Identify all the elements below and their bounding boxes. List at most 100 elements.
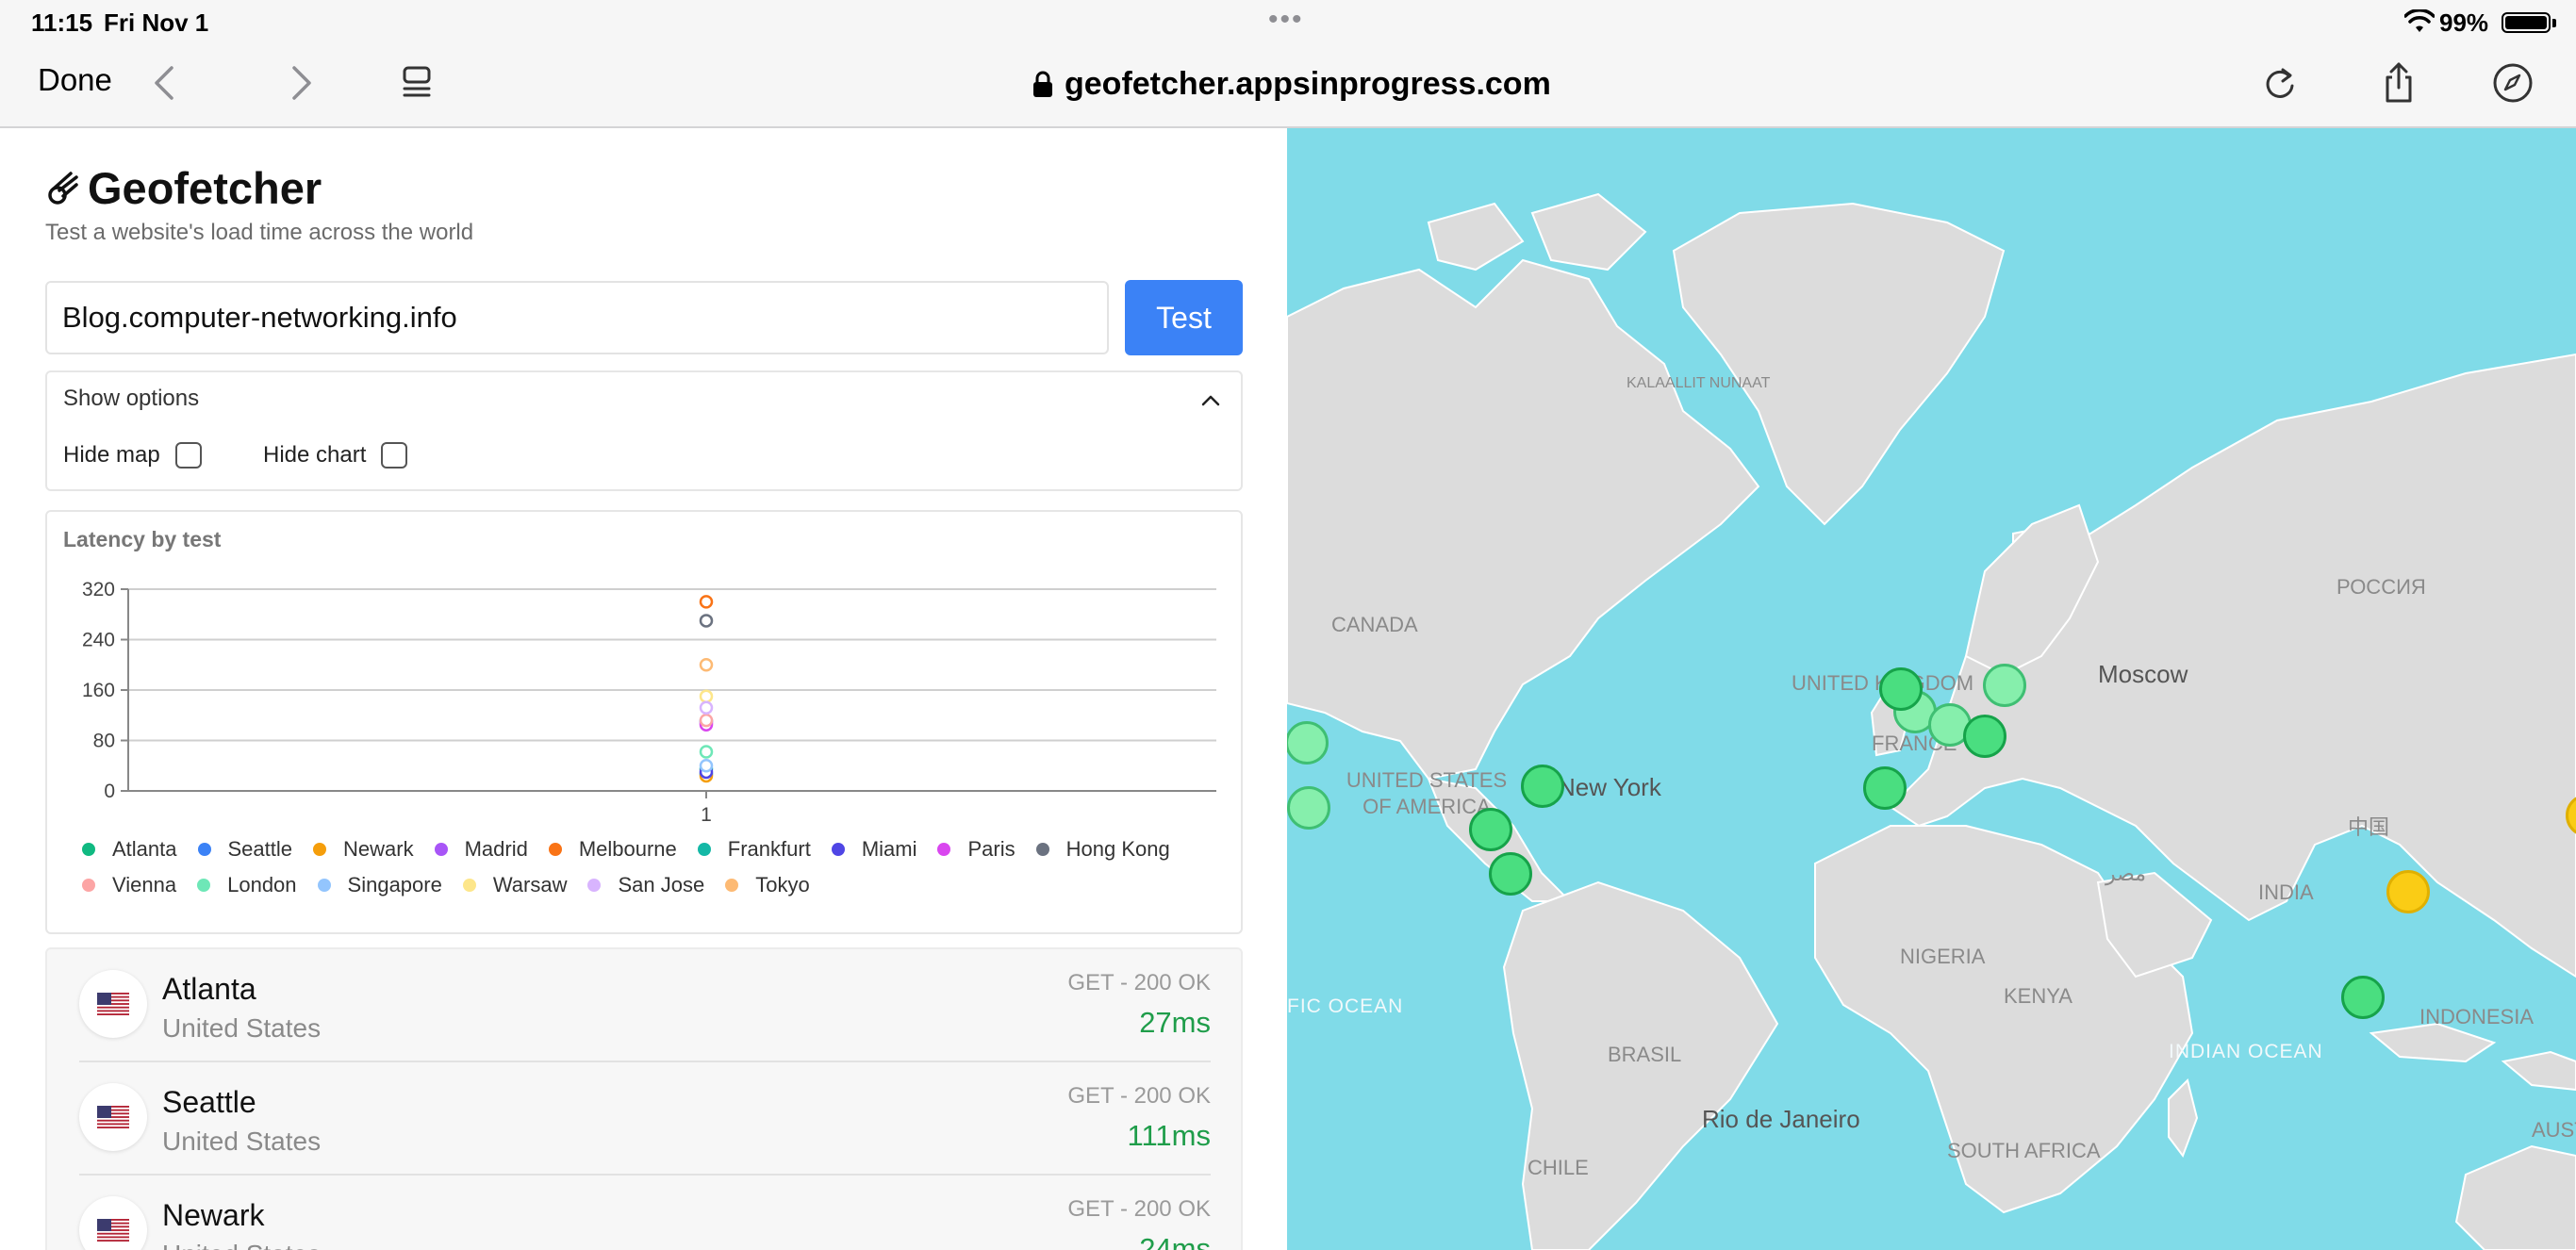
- label-kenya: KENYA: [2004, 984, 2072, 1008]
- reload-button[interactable]: [2257, 60, 2303, 106]
- marker-san-jose[interactable]: [1287, 786, 1330, 830]
- result-row[interactable]: Seattle United States GET - 200 OK 111ms: [79, 1062, 1211, 1176]
- x-tick-label: 1: [701, 804, 712, 826]
- legend-label: Newark: [343, 837, 414, 861]
- legend-item[interactable]: Paris: [937, 837, 1016, 862]
- legend-item[interactable]: Atlanta: [82, 837, 177, 862]
- marker-newark[interactable]: [1521, 765, 1564, 808]
- data-point[interactable]: [699, 689, 714, 703]
- legend-item[interactable]: Melbourne: [548, 837, 677, 862]
- legend-item[interactable]: San Jose: [587, 873, 704, 897]
- latency-chart-card: Latency by test 0 80 160 240 320 1 Atlanta Sea…: [45, 510, 1243, 934]
- tabs-button[interactable]: [394, 60, 439, 106]
- reload-icon: [2266, 68, 2294, 98]
- legend-label: Melbourne: [578, 837, 677, 861]
- legend-label: San Jose: [618, 873, 705, 896]
- data-point[interactable]: [699, 700, 714, 715]
- url-input[interactable]: [45, 281, 1109, 354]
- result-city: Seattle: [162, 1085, 256, 1119]
- status-bar: 11:15 Fri Nov 1 ••• 99%: [0, 0, 2576, 45]
- marker-atlanta[interactable]: [1469, 808, 1512, 851]
- label-pacific-ocean: FIC OCEAN: [1287, 995, 1404, 1017]
- y-tick-label: 0: [104, 781, 115, 802]
- legend-item[interactable]: Warsaw: [462, 873, 568, 897]
- legend-item[interactable]: Vienna: [82, 873, 176, 897]
- legend-item[interactable]: Hong Kong: [1035, 837, 1170, 862]
- share-button[interactable]: [2376, 60, 2421, 106]
- us-flag-icon: [79, 1196, 147, 1250]
- result-city: Atlanta: [162, 972, 256, 1006]
- marker-madrid[interactable]: [1863, 766, 1907, 810]
- marker-singapore[interactable]: [2341, 976, 2385, 1019]
- result-latency: 27ms: [1139, 1006, 1211, 1039]
- legend-label: Seattle: [227, 837, 293, 861]
- marker-miami[interactable]: [1489, 852, 1532, 896]
- legend-label: London: [227, 873, 297, 896]
- hide-chart-checkbox[interactable]: [381, 442, 408, 469]
- back-button[interactable]: [143, 60, 189, 106]
- chevron-up-icon[interactable]: [1199, 389, 1222, 412]
- label-australia: AUSTRA: [2532, 1118, 2576, 1142]
- data-point[interactable]: [699, 658, 714, 672]
- legend-dot: [937, 843, 951, 856]
- legend-item[interactable]: Seattle: [197, 837, 293, 862]
- done-button[interactable]: Done: [38, 62, 112, 98]
- us-flag-icon: [79, 970, 147, 1038]
- marker-warsaw[interactable]: [1983, 664, 2026, 707]
- result-row[interactable]: Atlanta United States GET - 200 OK 27ms: [79, 949, 1211, 1062]
- marker-seattle[interactable]: [1287, 721, 1329, 765]
- data-point[interactable]: [699, 595, 714, 609]
- marker-hong-kong[interactable]: [2386, 870, 2430, 913]
- legend-dot: [197, 879, 211, 892]
- legend-item[interactable]: Singapore: [317, 873, 442, 897]
- comet-logo-icon: [48, 171, 78, 205]
- legend-dot: [1035, 843, 1049, 856]
- chart-legend: Atlanta Seattle Newark Madrid Melbourne Frank…: [82, 837, 1214, 909]
- legend-item[interactable]: Tokyo: [725, 873, 810, 897]
- legend-label: Tokyo: [755, 873, 810, 896]
- data-point[interactable]: [699, 759, 714, 773]
- legend-label: Atlanta: [112, 837, 177, 861]
- legend-dot: [82, 879, 95, 892]
- legend-label: Madrid: [464, 837, 528, 861]
- label-egypt: مصر: [2105, 862, 2147, 885]
- marker-london[interactable]: [1879, 667, 1923, 711]
- hide-chart-option: Hide chart: [263, 442, 408, 469]
- label-chile: CHILE: [1527, 1156, 1589, 1179]
- hide-map-checkbox[interactable]: [174, 442, 202, 469]
- legend-item[interactable]: London: [197, 873, 297, 897]
- forward-button[interactable]: [277, 60, 322, 106]
- hide-map-label: Hide map: [63, 442, 160, 468]
- chevron-left-icon: [155, 66, 173, 100]
- address-bar[interactable]: geofetcher.appsinprogress.com: [1032, 60, 1551, 107]
- legend-item[interactable]: Newark: [313, 837, 414, 862]
- show-options-toggle[interactable]: Show options: [63, 386, 199, 412]
- legend-label: Warsaw: [492, 873, 568, 896]
- world-map[interactable]: CANADA UNITED STATES OF AMERICA KALAALLI…: [1287, 128, 2576, 1250]
- y-tick-label: 240: [82, 630, 115, 651]
- app-panel: Geofetcher Test a website's load time ac…: [0, 128, 1287, 1250]
- label-india: INDIA: [2258, 880, 2314, 904]
- hide-map-option: Hide map: [63, 442, 202, 469]
- share-icon: [2386, 62, 2412, 103]
- result-status: GET - 200 OK: [1067, 1083, 1211, 1109]
- legend-dot: [82, 843, 95, 856]
- label-greenland: KALAALLIT NUNAAT: [1627, 375, 1771, 391]
- result-row[interactable]: Newark United States GET - 200 OK 24ms: [79, 1176, 1211, 1250]
- compass-icon: [2493, 63, 2533, 103]
- data-point[interactable]: [699, 745, 714, 759]
- legend-item[interactable]: Miami: [831, 837, 916, 862]
- result-country: United States: [162, 1240, 321, 1250]
- label-south-africa: SOUTH AFRICA: [1947, 1139, 2101, 1162]
- marker-vienna[interactable]: [1963, 715, 2006, 758]
- legend-item[interactable]: Madrid: [434, 837, 528, 862]
- data-point[interactable]: [699, 713, 714, 728]
- legend-item[interactable]: Frankfurt: [697, 837, 811, 862]
- label-indonesia: INDONESIA: [2419, 1005, 2535, 1028]
- data-point[interactable]: [699, 614, 714, 628]
- legend-dot: [197, 843, 211, 856]
- compass-button[interactable]: [2490, 60, 2535, 106]
- label-china: 中国: [2348, 815, 2390, 839]
- multitasking-dots-icon[interactable]: •••: [1268, 4, 1304, 36]
- test-button[interactable]: Test: [1125, 280, 1243, 355]
